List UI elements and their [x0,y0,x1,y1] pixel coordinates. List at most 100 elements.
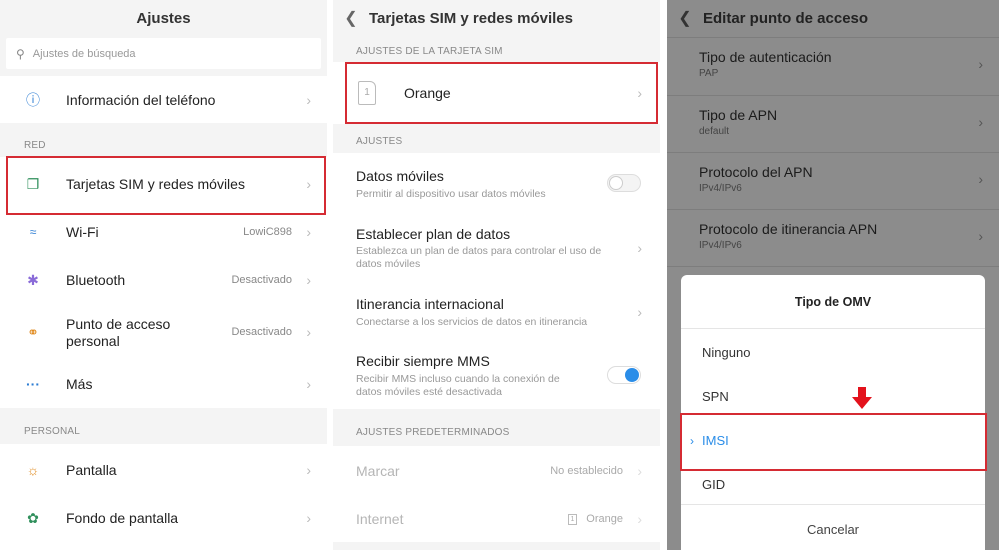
data-plan-item[interactable]: Establecer plan de datos Establezca un p… [333,218,660,278]
apn-roaming-protocol-value: IPv4/IPv6 [699,240,742,251]
page-header: ❮ Tarjetas SIM y redes móviles [333,0,660,36]
search-icon: ⚲ [16,46,25,61]
settings-panel: Ajustes ⚲ Ajustes de búsqueda ⓘ Informac… [0,0,327,550]
page-title: Ajustes [136,9,191,27]
highlight-box [680,413,987,471]
sidebar-item-wallpaper[interactable]: ✿ Fondo de pantalla › [0,494,327,542]
data-plan-title: Establecer plan de datos [356,226,511,242]
internet-default-item[interactable]: Internet 1 Orange › [333,495,660,543]
apn-protocol-value: IPv4/IPv6 [699,183,742,194]
chevron-right-icon: › [978,228,983,244]
chevron-right-icon: › [637,240,642,256]
mms-desc-line2: datos móviles esté desactivada [356,386,502,398]
mobile-data-title: Datos móviles [356,168,444,184]
dialog-divider [681,504,985,505]
apn-roaming-protocol-title: Protocolo de itinerancia APN [699,221,878,237]
chevron-right-icon: › [306,272,311,288]
chevron-right-icon: › [978,171,983,187]
chevron-right-icon: › [306,376,311,392]
sidebar-item-display[interactable]: ☼ Pantalla › [0,446,327,494]
internet-default-title: Internet [356,511,404,527]
dial-default-value: No establecido [550,465,623,477]
roaming-desc: Conectarse a los servicios de datos en i… [356,316,588,328]
page-title: Editar punto de acceso [703,9,869,27]
display-label: Pantalla [66,462,117,478]
sidebar-item-wifi[interactable]: ≈ Wi-Fi LowiC898 › [0,208,327,256]
wallpaper-label: Fondo de pantalla [66,510,179,526]
search-input[interactable]: ⚲ Ajustes de búsqueda [6,38,321,69]
edit-apn-panel: ❮ Editar punto de acceso Tipo de autenti… [667,0,999,550]
chevron-right-icon: › [637,304,642,320]
section-sim-header: AJUSTES DE LA TARJETA SIM [356,46,503,57]
apn-auth-title: Tipo de autenticación [699,49,832,65]
chevron-right-icon: › [306,91,311,108]
toggle-knob [625,368,639,382]
sidebar-item-hotspot[interactable]: ⚭ Punto de acceso personal Desactivado › [0,306,327,358]
roaming-title: Itinerancia internacional [356,296,504,312]
option-ninguno[interactable]: Ninguno [702,345,750,360]
bluetooth-label: Bluetooth [66,272,126,288]
chevron-right-icon: › [306,510,311,526]
sidebar-item-bluetooth[interactable]: ✱ Bluetooth Desactivado › [0,256,327,304]
chevron-right-icon: › [978,114,983,130]
mms-item[interactable]: Recibir siempre MMS Recibir MMS incluso … [333,346,660,404]
info-phone-item[interactable]: ⓘ Información del teléfono › [0,76,327,123]
wifi-label: Wi-Fi [66,224,99,240]
chevron-right-icon: › [306,224,311,240]
section-default-header: AJUSTES PREDETERMINADOS [356,427,510,438]
section-personal-header: PERSONAL [24,426,81,437]
section-red-header: RED [24,140,46,151]
mms-title: Recibir siempre MMS [356,353,490,369]
cancel-button[interactable]: Cancelar [681,522,985,537]
mobile-data-toggle[interactable] [607,174,641,192]
apn-type-title: Tipo de APN [699,107,778,123]
chevron-right-icon: › [637,511,642,527]
mobile-data-desc: Permitir al dispositivo usar datos móvil… [356,188,546,200]
divider [667,266,999,267]
hotspot-label-line1: Punto de acceso [66,316,171,332]
apn-type-value: default [699,126,730,137]
apn-auth-item[interactable]: Tipo de autenticación PAP › [667,38,999,95]
chevron-right-icon: › [637,463,642,479]
hotspot-label-line2: personal [66,333,120,349]
sim-settings-panel: ❮ Tarjetas SIM y redes móviles AJUSTES D… [333,0,660,550]
back-arrow-icon[interactable]: ❮ [667,8,703,28]
apn-protocol-item[interactable]: Protocolo del APN IPv4/IPv6 › [667,153,999,210]
back-arrow-icon[interactable]: ❮ [333,8,369,28]
roaming-item[interactable]: Itinerancia internacional Conectarse a l… [333,288,660,336]
sidebar-item-more[interactable]: ··· Más › [0,360,327,408]
bluetooth-icon: ✱ [27,271,39,288]
mms-toggle[interactable] [607,366,641,384]
more-label: Más [66,376,93,392]
wallpaper-icon: ✿ [27,509,39,526]
mobile-data-item[interactable]: Datos móviles Permitir al dispositivo us… [333,158,660,208]
apn-auth-value: PAP [699,68,719,79]
info-phone-label: Información del teléfono [66,91,216,108]
arrow-down-icon [852,387,872,409]
section-ajustes-header: AJUSTES [356,136,403,147]
apn-roaming-protocol-item[interactable]: Protocolo de itinerancia APN IPv4/IPv6 › [667,210,999,267]
search-placeholder: Ajustes de búsqueda [32,47,136,60]
data-plan-desc-line1: Establezca un plan de datos para control… [356,245,602,257]
dialog-title: Tipo de OMV [794,295,872,309]
apn-protocol-title: Protocolo del APN [699,164,813,180]
wifi-value: LowiC898 [243,226,292,238]
toggle-knob [609,176,623,190]
apn-type-item[interactable]: Tipo de APN default › [667,96,999,153]
mms-desc-line1: Recibir MMS incluso cuando la conexión d… [356,373,560,385]
chevron-right-icon: › [978,56,983,72]
page-title: Tarjetas SIM y redes móviles [369,9,573,27]
option-spn[interactable]: SPN [702,389,729,404]
info-icon: ⓘ [26,91,40,108]
option-gid[interactable]: GID [702,477,725,492]
more-icon: ··· [26,376,40,392]
dialog-divider [681,328,985,329]
internet-default-value: Orange [586,513,623,525]
chevron-right-icon: › [306,324,311,340]
display-icon: ☼ [26,462,40,478]
sim-card-icon: 1 [568,513,577,525]
highlight-box [6,156,326,215]
chevron-right-icon: › [306,462,311,478]
dial-default-item[interactable]: Marcar No establecido › [333,447,660,495]
highlight-box [345,62,658,124]
